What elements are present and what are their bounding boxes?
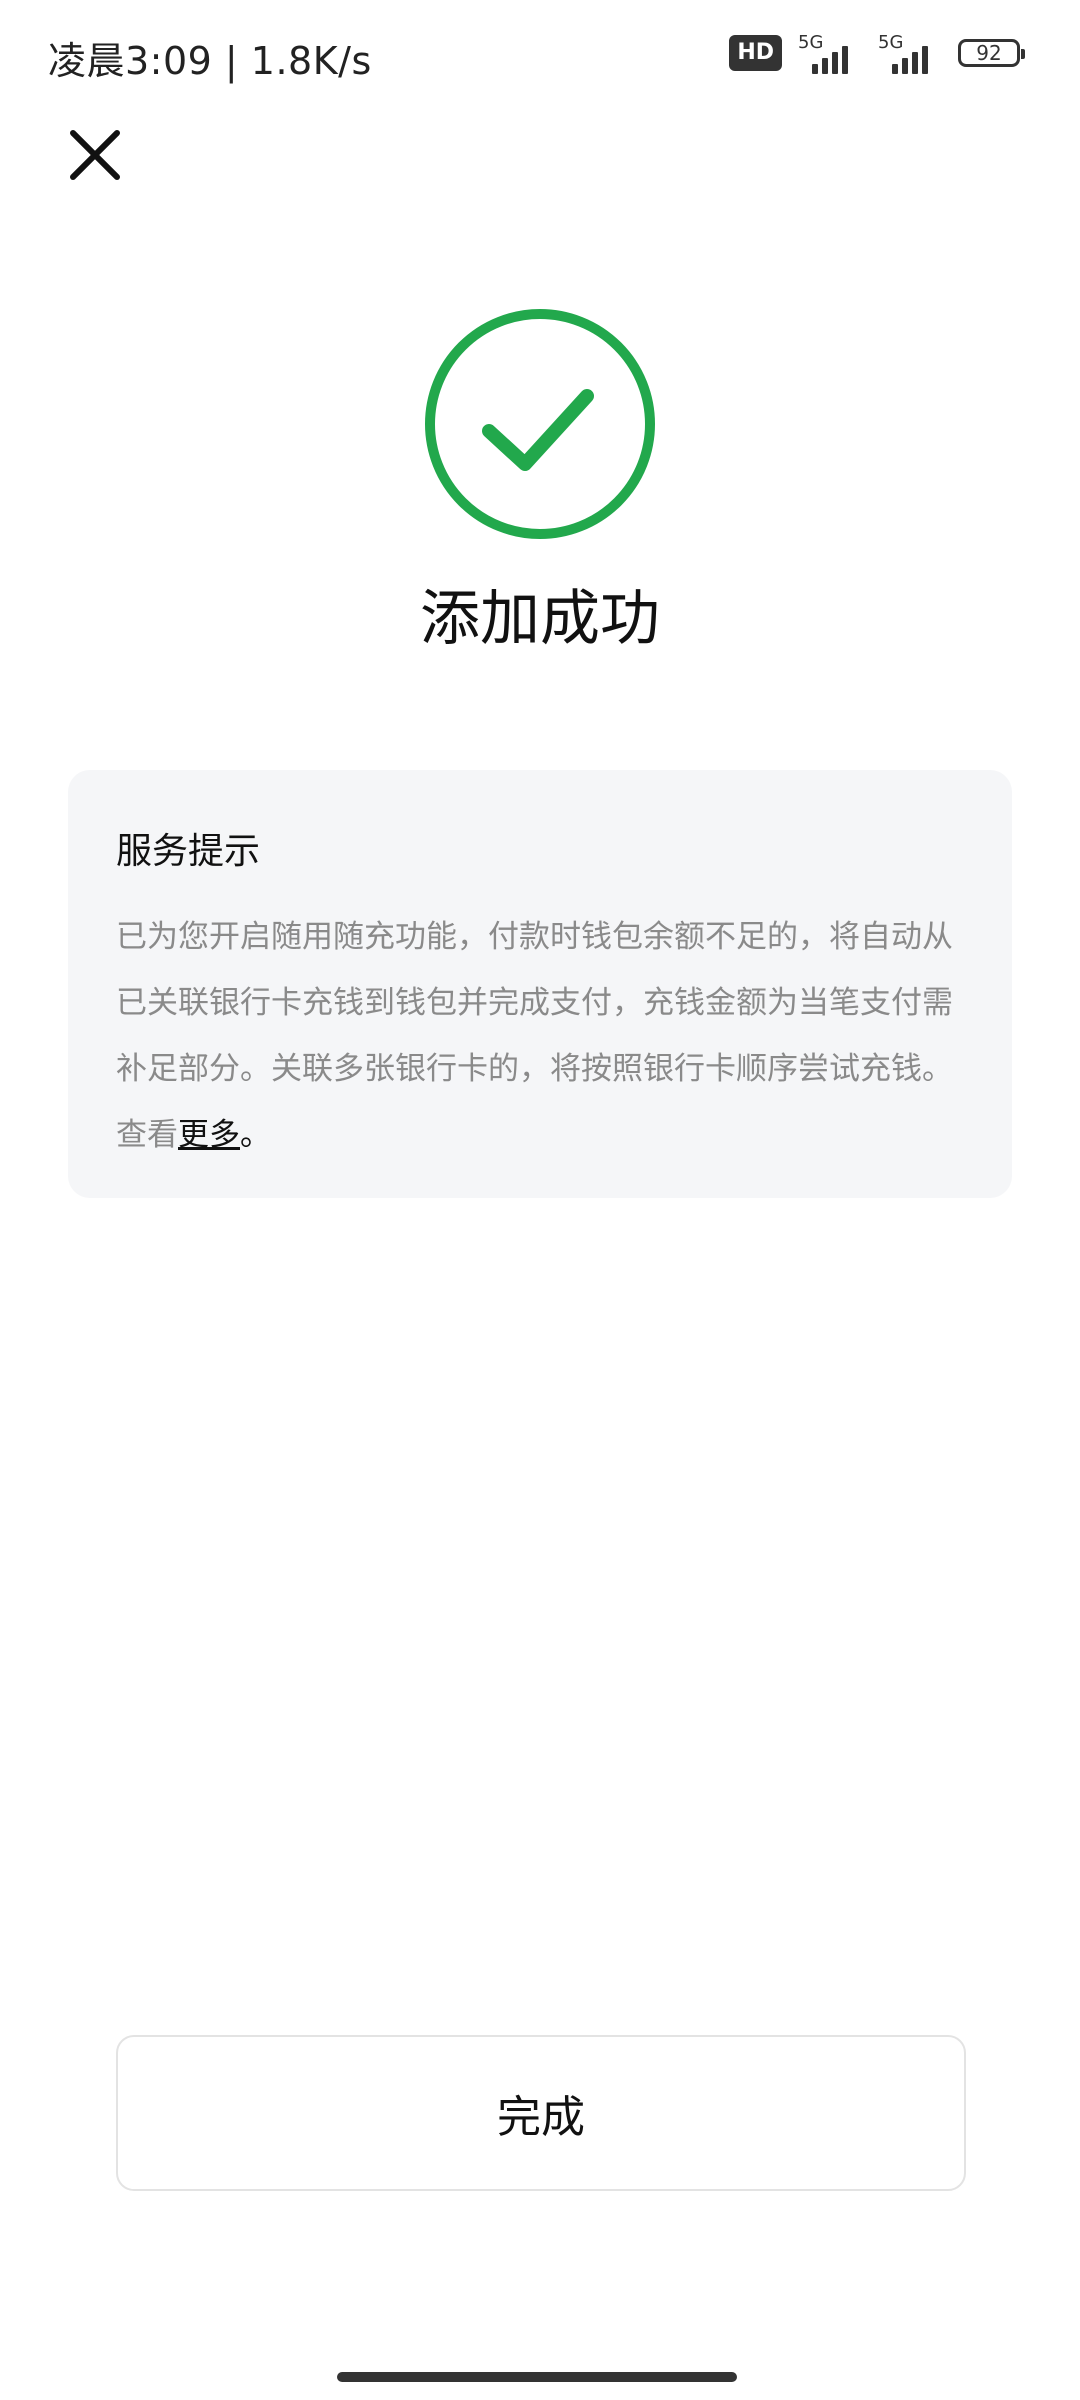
done-button[interactable]: 完成 — [116, 2035, 966, 2191]
more-link[interactable]: 更多 — [178, 1117, 240, 1153]
check-circle-icon — [425, 309, 655, 539]
payment-success-page: 凌晨3:09 | 1.8K/s HD 5G 5G 92 添加成功 服务提示 已为… — [0, 0, 1080, 2400]
result-title: 添加成功 — [420, 584, 660, 654]
service-notice-card: 服务提示 已为您开启随用随充功能，付款时钱包余额不足的，将自动从已关联银行卡充钱… — [68, 770, 1012, 1198]
notice-tail: 。 — [240, 1117, 271, 1153]
signal-icon: 5G — [878, 32, 942, 74]
status-time-speed: 凌晨3:09 | 1.8K/s — [48, 39, 372, 83]
battery-icon: 92 — [958, 39, 1025, 67]
status-indicators: HD 5G 5G 92 — [729, 32, 1025, 74]
close-button[interactable] — [60, 120, 130, 190]
close-icon — [70, 130, 120, 180]
home-indicator[interactable] — [337, 2372, 737, 2382]
signal-icon: 5G — [798, 32, 862, 74]
notice-body: 已为您开启随用随充功能，付款时钱包余额不足的，将自动从已关联银行卡充钱到钱包并完… — [116, 904, 964, 1168]
status-bar: 凌晨3:09 | 1.8K/s HD 5G 5G 92 — [0, 0, 1080, 110]
hd-badge: HD — [729, 35, 782, 71]
notice-title: 服务提示 — [116, 831, 261, 872]
